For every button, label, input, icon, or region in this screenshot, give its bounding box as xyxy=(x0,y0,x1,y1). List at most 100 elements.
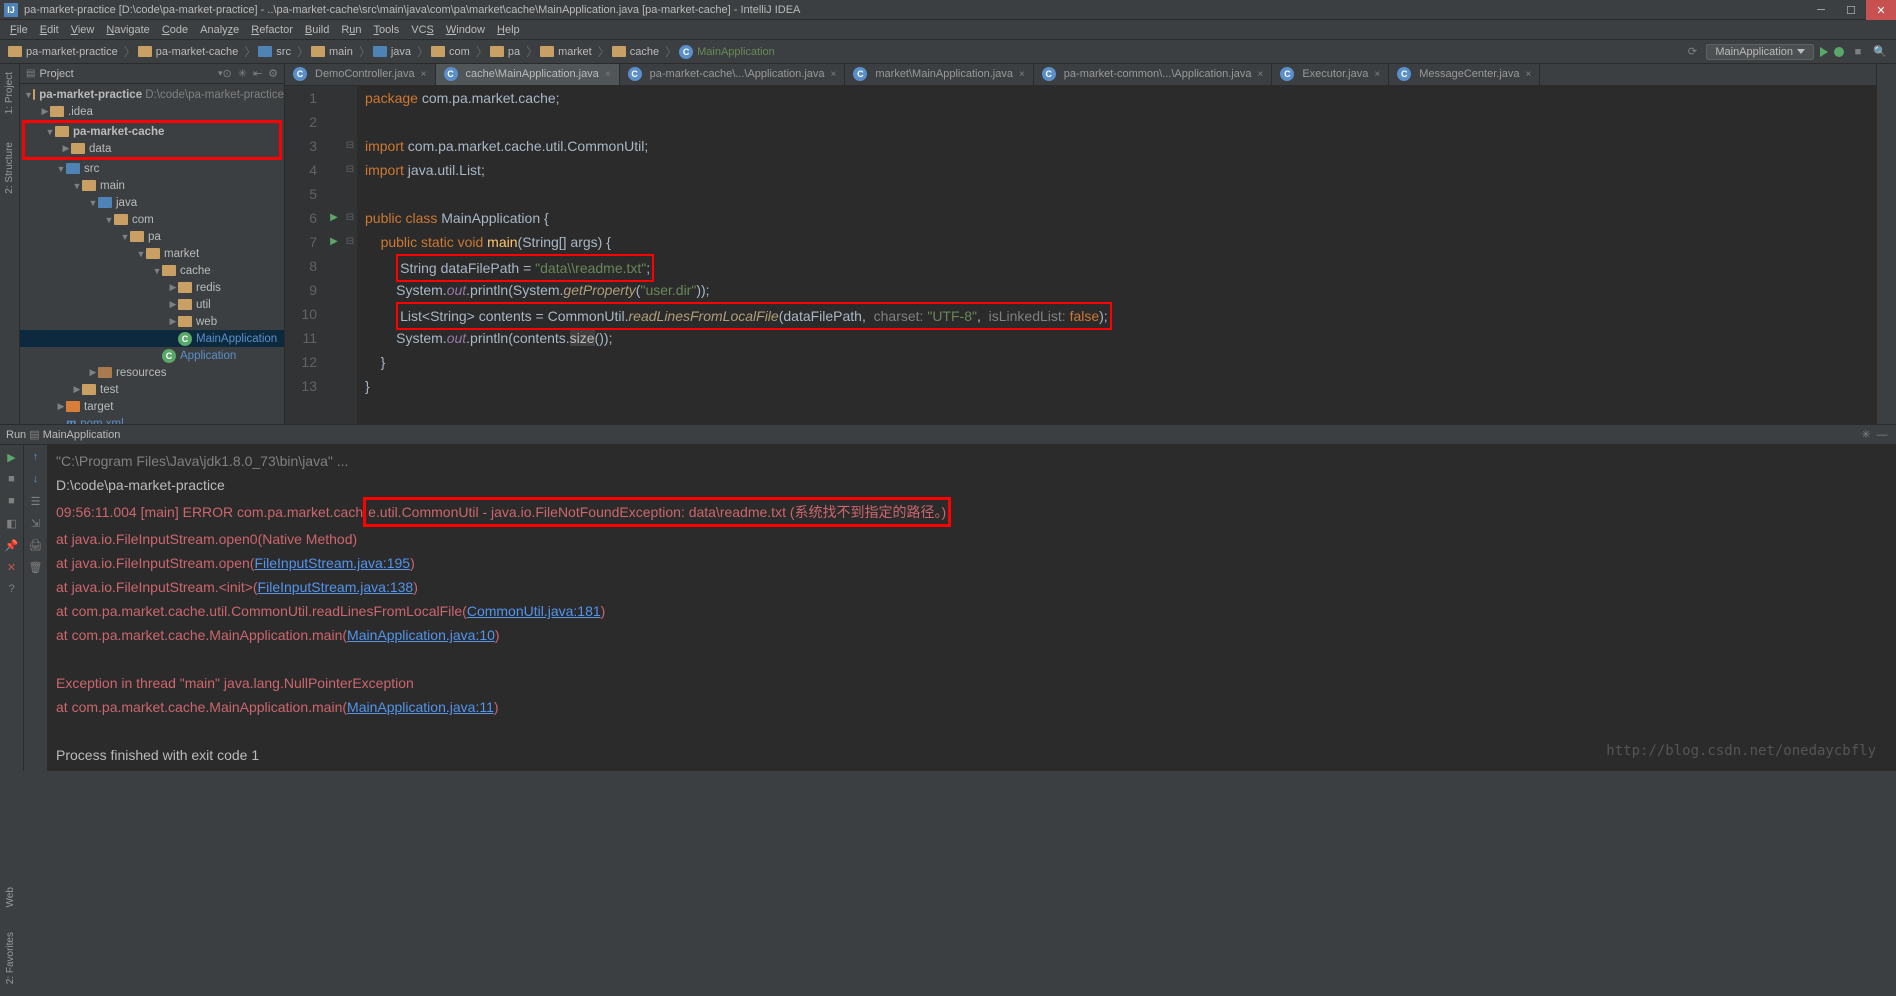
crumb-market[interactable]: market xyxy=(540,46,592,58)
maximize-button[interactable]: ☐ xyxy=(1836,0,1866,20)
menu-build[interactable]: Build xyxy=(299,24,335,36)
tab-favorites[interactable]: 2: Favorites xyxy=(5,928,16,988)
tree-mainapp[interactable]: CMainApplication xyxy=(20,330,284,347)
menu-code[interactable]: Code xyxy=(156,24,194,36)
tree-util[interactable]: ▶util xyxy=(20,296,284,313)
tab-structure[interactable]: 2: Structure xyxy=(4,138,15,198)
tab-app3[interactable]: Cpa-market-common\...\Application.java× xyxy=(1034,64,1273,85)
tree-target[interactable]: ▶target xyxy=(20,398,284,415)
tree-redis[interactable]: ▶redis xyxy=(20,279,284,296)
scroll-icon[interactable]: ⇲ xyxy=(28,515,44,531)
tab-web[interactable]: Web xyxy=(5,883,16,911)
tree-market[interactable]: ▼market xyxy=(20,245,284,262)
tree-root[interactable]: ▼pa-market-practice D:\code\pa-market-pr… xyxy=(20,86,284,103)
menu-navigate[interactable]: Navigate xyxy=(100,24,155,36)
tree-resources[interactable]: ▶resources xyxy=(20,364,284,381)
menu-analyze[interactable]: Analyze xyxy=(194,24,245,36)
crumb-module[interactable]: pa-market-cache xyxy=(138,46,239,58)
minimize-panel-icon[interactable]: — xyxy=(1874,427,1890,443)
code-content[interactable]: package com.pa.market.cache; import com.… xyxy=(357,86,1876,424)
menu-file[interactable]: File xyxy=(4,24,34,36)
source-link[interactable]: MainApplication.java:10 xyxy=(347,627,495,643)
close-button[interactable]: ✕ xyxy=(1866,0,1896,20)
tree-application[interactable]: CApplication xyxy=(20,347,284,364)
menu-edit[interactable]: Edit xyxy=(34,24,65,36)
tab-project[interactable]: 1: Project xyxy=(4,68,15,118)
run-class-gutter-icon[interactable]: ▶ xyxy=(325,206,343,230)
tree-src[interactable]: ▼src xyxy=(20,160,284,177)
tree-java[interactable]: ▼java xyxy=(20,194,284,211)
tab-democontroller[interactable]: CDemoController.java× xyxy=(285,64,436,85)
crumb-com[interactable]: com xyxy=(431,46,470,58)
tree-com[interactable]: ▼com xyxy=(20,211,284,228)
help-button[interactable]: ? xyxy=(4,581,20,597)
crumb-main[interactable]: main xyxy=(311,46,353,58)
tree-pa[interactable]: ▼pa xyxy=(20,228,284,245)
crumb-src[interactable]: src xyxy=(258,46,291,58)
tree-pom[interactable]: mpom.xml xyxy=(20,415,284,424)
close-icon[interactable]: × xyxy=(1019,69,1025,80)
up-arrow-icon[interactable]: ↑ xyxy=(28,449,44,465)
menu-run[interactable]: Run xyxy=(335,24,367,36)
console-output[interactable]: "C:\Program Files\Java\jdk1.8.0_73\bin\j… xyxy=(48,445,1896,771)
gear-icon[interactable]: ✳ xyxy=(1858,427,1874,443)
tree-cache[interactable]: ▼cache xyxy=(20,262,284,279)
stop-button[interactable]: ■ xyxy=(1850,44,1866,60)
source-link[interactable]: CommonUtil.java:181 xyxy=(467,603,601,619)
code-editor[interactable]: 12345678910111213 ▶ ▶ ⊟⊟⊟⊟ package com.p… xyxy=(285,86,1876,424)
source-link[interactable]: FileInputStream.java:195 xyxy=(254,555,410,571)
tree-idea[interactable]: ▶.idea xyxy=(20,103,284,120)
close-run-button[interactable]: ✕ xyxy=(4,559,20,575)
menu-refactor[interactable]: Refactor xyxy=(245,24,299,36)
hide-icon[interactable]: ⇤ xyxy=(253,67,262,80)
search-icon[interactable]: 🔍 xyxy=(1872,44,1888,60)
crumb-root[interactable]: pa-market-practice xyxy=(8,46,118,58)
menu-view[interactable]: View xyxy=(65,24,101,36)
crumb-pa[interactable]: pa xyxy=(490,46,520,58)
gear-icon[interactable]: ⚙ xyxy=(268,67,278,80)
menu-tools[interactable]: Tools xyxy=(368,24,406,36)
collapse-icon[interactable]: ⊙ xyxy=(222,67,231,80)
tree-cache-module[interactable]: ▼pa-market-cache xyxy=(25,123,279,140)
tree-web[interactable]: ▶web xyxy=(20,313,284,330)
close-icon[interactable]: × xyxy=(605,69,611,80)
close-icon[interactable]: × xyxy=(1374,69,1380,80)
tree-test[interactable]: ▶test xyxy=(20,381,284,398)
tab-msgcenter[interactable]: CMessageCenter.java× xyxy=(1389,64,1540,85)
print-icon[interactable]: 🖨 xyxy=(28,537,44,553)
source-link[interactable]: FileInputStream.java:138 xyxy=(258,579,414,595)
rerun-button[interactable]: ▶ xyxy=(4,449,20,465)
dump-button[interactable]: ■ xyxy=(4,493,20,509)
run-button[interactable] xyxy=(1820,47,1828,57)
tab-mainapplication[interactable]: Ccache\MainApplication.java× xyxy=(436,64,620,85)
down-arrow-icon[interactable]: ↓ xyxy=(28,471,44,487)
tab-app1[interactable]: Cpa-market-cache\...\Application.java× xyxy=(620,64,846,85)
run-method-gutter-icon[interactable]: ▶ xyxy=(325,230,343,254)
tree-main[interactable]: ▼main xyxy=(20,177,284,194)
debug-button[interactable] xyxy=(1834,47,1844,57)
stop-button[interactable]: ■ xyxy=(4,471,20,487)
source-link[interactable]: MainApplication.java:11 xyxy=(347,699,494,715)
close-icon[interactable]: × xyxy=(1526,69,1532,80)
tree-data[interactable]: ▶data xyxy=(25,140,279,157)
minimize-button[interactable]: ─ xyxy=(1806,0,1836,20)
close-icon[interactable]: × xyxy=(831,69,837,80)
project-tree[interactable]: ▼pa-market-practice D:\code\pa-market-pr… xyxy=(20,84,284,424)
close-icon[interactable]: × xyxy=(421,69,427,80)
crumb-cache[interactable]: cache xyxy=(612,46,659,58)
menu-window[interactable]: Window xyxy=(440,24,491,36)
crumb-class[interactable]: CMainApplication xyxy=(679,45,775,59)
pin-button[interactable]: 📌 xyxy=(4,537,20,553)
crumb-java[interactable]: java xyxy=(373,46,411,58)
tab-executor[interactable]: CExecutor.java× xyxy=(1272,64,1389,85)
menu-help[interactable]: Help xyxy=(491,24,526,36)
trash-icon[interactable]: 🗑 xyxy=(28,559,44,575)
sync-icon[interactable]: ⟳ xyxy=(1684,44,1700,60)
close-icon[interactable]: × xyxy=(1257,69,1263,80)
soft-wrap-icon[interactable]: ☰ xyxy=(28,493,44,509)
layout-button[interactable]: ◧ xyxy=(4,515,20,531)
tab-app2[interactable]: Cmarket\MainApplication.java× xyxy=(845,64,1033,85)
settings-icon[interactable]: ✳ xyxy=(238,67,247,80)
menu-vcs[interactable]: VCS xyxy=(405,24,440,36)
run-config-selector[interactable]: MainApplication xyxy=(1706,44,1814,60)
